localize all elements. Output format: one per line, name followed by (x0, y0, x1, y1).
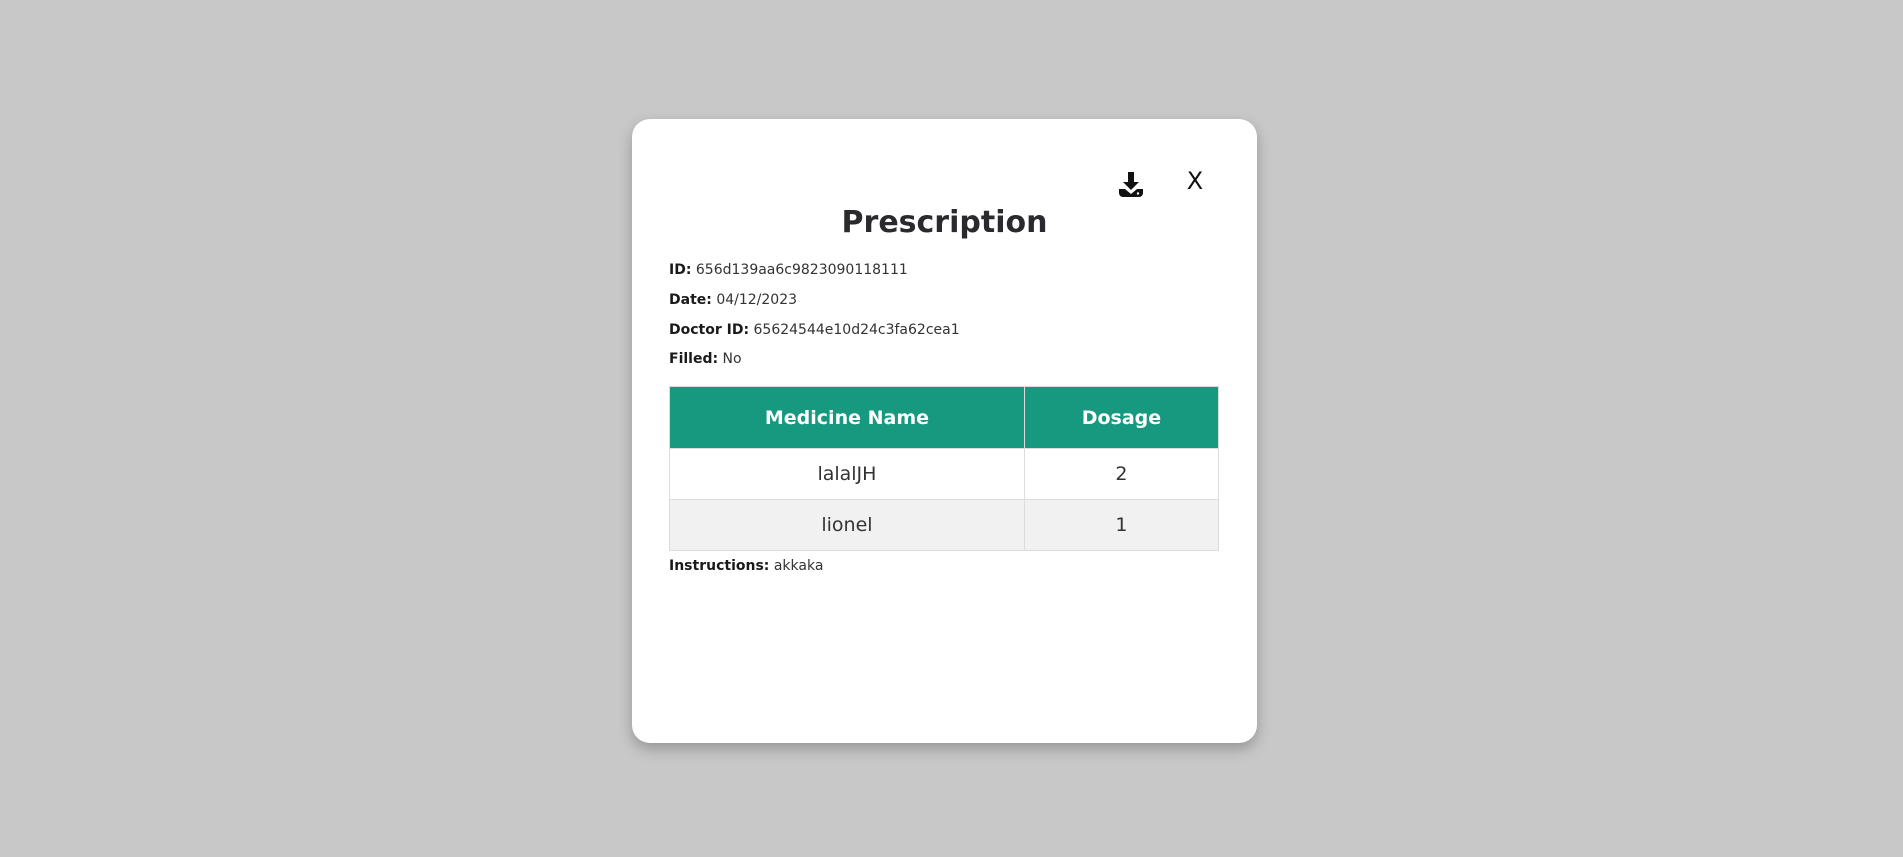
download-button[interactable] (1116, 169, 1146, 199)
medicine-name-cell: lalalJH (669, 448, 1025, 500)
id-label: ID: (669, 262, 692, 278)
dosage-header: Dosage (1023, 386, 1220, 449)
instructions-value: akkaka (773, 558, 824, 574)
download-icon (1119, 172, 1143, 197)
date-label: Date: (669, 292, 712, 308)
prescription-modal: X Prescription ID: 656d139aa6c9823090118… (632, 119, 1257, 743)
doctor-id-value: 65624544e10d24c3fa62cea1 (753, 322, 960, 338)
prescription-date-row: Date: 04/12/2023 (669, 290, 797, 310)
table-row: lalalJH 2 (669, 448, 1220, 500)
medicine-name-header: Medicine Name (669, 386, 1025, 449)
page-title: Prescription (841, 205, 1048, 240)
doctor-id-label: Doctor ID: (669, 322, 750, 338)
dosage-cell: 2 (1023, 448, 1220, 500)
filled-row: Filled: No (669, 349, 742, 369)
id-value: 656d139aa6c9823090118111 (695, 262, 908, 278)
medicine-name-cell: lionel (669, 499, 1025, 551)
date-value: 04/12/2023 (716, 292, 798, 308)
medicine-table: Medicine Name Dosage lalalJH 2 lionel 1 (669, 386, 1220, 551)
prescription-id-row: ID: 656d139aa6c9823090118111 (669, 260, 908, 280)
doctor-id-row: Doctor ID: 65624544e10d24c3fa62cea1 (669, 320, 960, 340)
table-header-row: Medicine Name Dosage (669, 386, 1220, 449)
table-row: lionel 1 (669, 499, 1220, 551)
filled-label: Filled: (669, 351, 719, 367)
filled-value: No (722, 351, 742, 367)
close-button[interactable]: X (1180, 163, 1210, 199)
dosage-cell: 1 (1023, 499, 1220, 551)
instructions-row: Instructions: akkaka (669, 556, 823, 576)
instructions-label: Instructions: (669, 558, 770, 574)
